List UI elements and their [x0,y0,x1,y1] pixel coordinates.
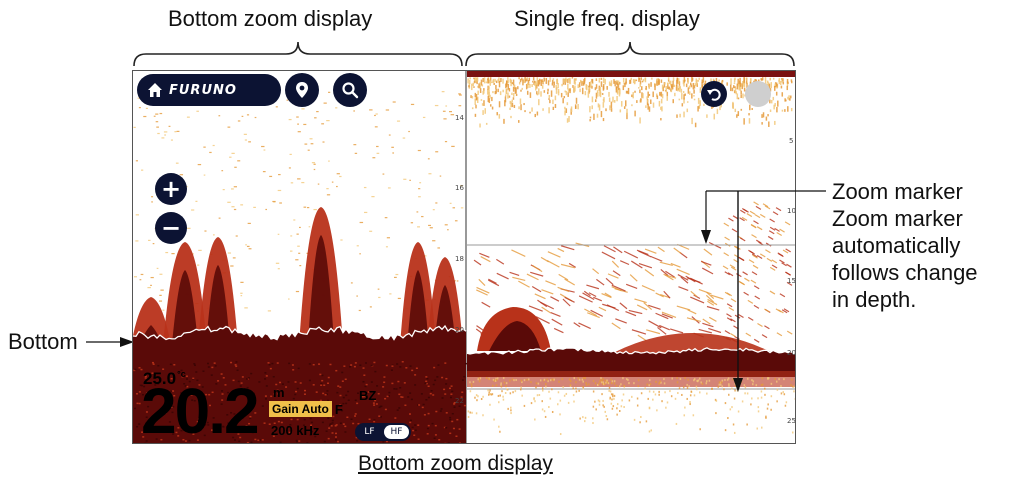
zoom-marker-pointer [701,190,826,392]
